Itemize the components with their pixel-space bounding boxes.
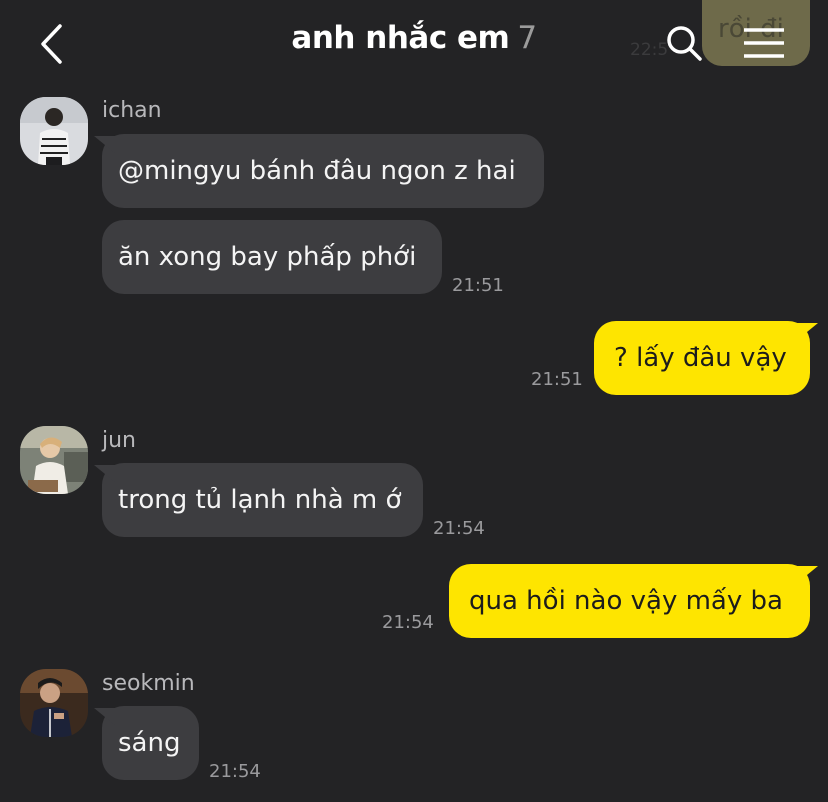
message-time: 21:51 <box>531 369 583 390</box>
avatar-seokmin[interactable] <box>20 669 88 737</box>
message-text: trong tủ lạnh nhà m ớ <box>118 485 402 515</box>
outgoing-message-bubble[interactable]: qua hồi nào vậy mấy ba <box>449 564 810 638</box>
sender-name-seokmin: seokmin <box>102 671 195 696</box>
sender-name-ichan: ichan <box>102 98 162 123</box>
avatar-jun[interactable] <box>20 426 88 494</box>
sender-name-jun: jun <box>102 428 136 453</box>
message-time: 21:54 <box>209 761 261 782</box>
message-text: @mingyu bánh đâu ngon z hai <box>118 156 516 186</box>
incoming-message-bubble[interactable]: @mingyu bánh đâu ngon z hai <box>102 134 544 208</box>
search-icon[interactable] <box>660 20 708 68</box>
incoming-message-bubble[interactable]: trong tủ lạnh nhà m ớ <box>102 463 423 537</box>
menu-icon[interactable] <box>738 22 790 66</box>
message-text: sáng <box>118 728 181 758</box>
message-time: 21:54 <box>433 518 485 539</box>
outgoing-message-bubble[interactable]: ? lấy đâu vậy <box>594 321 810 395</box>
message-time: 21:51 <box>452 275 504 296</box>
message-text: qua hồi nào vậy mấy ba <box>469 586 783 616</box>
message-time: 21:54 <box>382 612 434 633</box>
message-text: ăn xong bay phấp phới <box>118 242 417 272</box>
incoming-message-bubble[interactable]: sáng <box>102 706 199 780</box>
member-count: 7 <box>517 20 537 56</box>
avatar-ichan[interactable] <box>20 97 88 165</box>
chat-title-text: anh nhắc em <box>291 20 510 56</box>
incoming-message-bubble[interactable]: ăn xong bay phấp phới <box>102 220 442 294</box>
message-text: ? lấy đâu vậy <box>614 343 787 373</box>
